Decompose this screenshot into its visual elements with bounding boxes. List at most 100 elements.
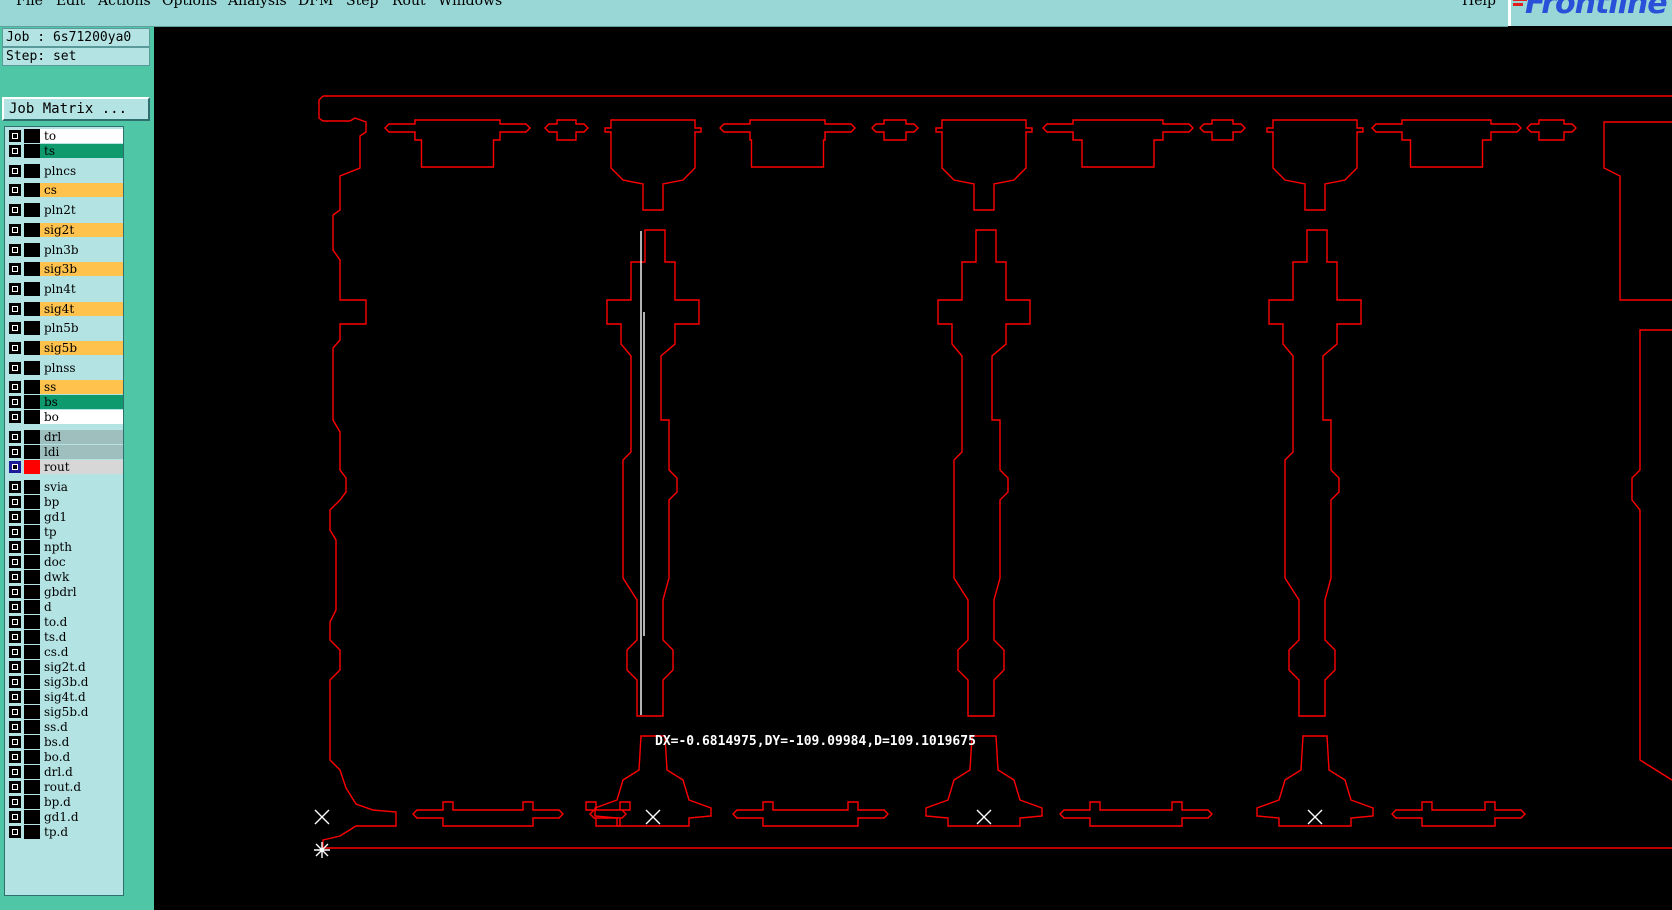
layer-name-label[interactable]: ts.d — [40, 630, 123, 644]
layer-checkbox-icon[interactable] — [9, 204, 21, 216]
layer-color-swatch[interactable] — [24, 302, 40, 316]
layer-checkbox-icon[interactable] — [9, 721, 21, 733]
layer-color-swatch[interactable] — [24, 675, 40, 689]
layer-row-ss[interactable]: ss — [7, 380, 123, 394]
layer-color-swatch[interactable] — [24, 395, 40, 409]
layer-name-label[interactable]: gbdrl — [40, 585, 123, 599]
layer-checkbox-icon[interactable] — [9, 631, 21, 643]
layer-name-label[interactable]: pln2t — [40, 203, 123, 217]
layer-row-pln4t[interactable]: pln4t — [7, 282, 123, 296]
layer-checkbox-icon[interactable] — [9, 646, 21, 658]
layer-row-bo[interactable]: bo — [7, 410, 123, 424]
layer-row-sig4t[interactable]: sig4t — [7, 302, 123, 316]
layer-name-label[interactable]: sig4t.d — [40, 690, 123, 704]
layer-row-npth[interactable]: npth — [7, 540, 123, 554]
menu-edit[interactable]: Edit — [56, 0, 85, 9]
layer-name-label[interactable]: dwk — [40, 570, 123, 584]
layer-checkbox-icon[interactable] — [9, 571, 21, 583]
layer-name-label[interactable]: drl — [40, 430, 123, 444]
layer-row-drl[interactable]: drl — [7, 430, 123, 444]
layer-name-label[interactable]: bs.d — [40, 735, 123, 749]
layer-checkbox-icon[interactable] — [9, 511, 21, 523]
layer-color-swatch[interactable] — [24, 460, 40, 474]
layer-row-ss-d[interactable]: ss.d — [7, 720, 123, 734]
layer-name-label[interactable]: plnss — [40, 361, 123, 375]
menu-actions[interactable]: Actions — [98, 0, 151, 9]
layer-checkbox-icon[interactable] — [9, 811, 21, 823]
layer-row-gbdrl[interactable]: gbdrl — [7, 585, 123, 599]
menu-step[interactable]: Step — [346, 0, 378, 9]
layer-name-label[interactable]: ss.d — [40, 720, 123, 734]
layer-row-sig3b-d[interactable]: sig3b.d — [7, 675, 123, 689]
layer-row-tp-d[interactable]: tp.d — [7, 825, 123, 839]
layer-row-sig5b[interactable]: sig5b — [7, 341, 123, 355]
layer-checkbox-icon[interactable] — [9, 601, 21, 613]
layer-color-swatch[interactable] — [24, 510, 40, 524]
layer-row-doc[interactable]: doc — [7, 555, 123, 569]
layer-checkbox-icon[interactable] — [9, 431, 21, 443]
layer-row-rout-d[interactable]: rout.d — [7, 780, 123, 794]
layer-row-gd1-d[interactable]: gd1.d — [7, 810, 123, 824]
layer-color-swatch[interactable] — [24, 765, 40, 779]
layer-checkbox-icon[interactable] — [9, 616, 21, 628]
layer-color-swatch[interactable] — [24, 690, 40, 704]
layer-checkbox-icon[interactable] — [9, 396, 21, 408]
graphics-canvas[interactable] — [154, 27, 1672, 910]
layer-checkbox-icon[interactable] — [9, 461, 21, 473]
layer-name-label[interactable]: gd1.d — [40, 810, 123, 824]
layer-checkbox-icon[interactable] — [9, 766, 21, 778]
layer-row-sig2t[interactable]: sig2t — [7, 223, 123, 237]
layer-checkbox-icon[interactable] — [9, 736, 21, 748]
layer-checkbox-icon[interactable] — [9, 381, 21, 393]
layer-color-swatch[interactable] — [24, 203, 40, 217]
layer-name-label[interactable]: sig3b — [40, 262, 123, 276]
layer-color-swatch[interactable] — [24, 810, 40, 824]
layer-name-label[interactable]: d — [40, 600, 123, 614]
layer-row-drl-d[interactable]: drl.d — [7, 765, 123, 779]
layer-checkbox-icon[interactable] — [9, 303, 21, 315]
layer-checkbox-icon[interactable] — [9, 541, 21, 553]
layer-name-label[interactable]: rout.d — [40, 780, 123, 794]
layer-name-label[interactable]: pln5b — [40, 321, 123, 335]
layer-color-swatch[interactable] — [24, 750, 40, 764]
layer-color-swatch[interactable] — [24, 341, 40, 355]
layer-name-label[interactable]: ss — [40, 380, 123, 394]
layer-color-swatch[interactable] — [24, 445, 40, 459]
layer-color-swatch[interactable] — [24, 480, 40, 494]
layer-name-label[interactable]: cs.d — [40, 645, 123, 659]
layer-checkbox-icon[interactable] — [9, 796, 21, 808]
layer-row-dwk[interactable]: dwk — [7, 570, 123, 584]
layer-checkbox-icon[interactable] — [9, 342, 21, 354]
layer-row-svia[interactable]: svia — [7, 480, 123, 494]
layer-row-ldi[interactable]: ldi — [7, 445, 123, 459]
layer-checkbox-icon[interactable] — [9, 145, 21, 157]
menu-windows[interactable]: Windows — [438, 0, 502, 9]
layer-checkbox-icon[interactable] — [9, 676, 21, 688]
layer-name-label[interactable]: sig2t — [40, 223, 123, 237]
layer-checkbox-icon[interactable] — [9, 130, 21, 142]
layer-color-swatch[interactable] — [24, 262, 40, 276]
layer-checkbox-icon[interactable] — [9, 661, 21, 673]
layer-name-label[interactable]: pln3b — [40, 243, 123, 257]
layer-color-swatch[interactable] — [24, 361, 40, 375]
layer-row-pln5b[interactable]: pln5b — [7, 321, 123, 335]
layer-checkbox-icon[interactable] — [9, 411, 21, 423]
layer-checkbox-icon[interactable] — [9, 706, 21, 718]
layer-color-swatch[interactable] — [24, 780, 40, 794]
layer-name-label[interactable]: gd1 — [40, 510, 123, 524]
layer-checkbox-icon[interactable] — [9, 224, 21, 236]
menu-dfm[interactable]: DFM — [298, 0, 333, 9]
layer-checkbox-icon[interactable] — [9, 496, 21, 508]
layer-checkbox-icon[interactable] — [9, 586, 21, 598]
layer-checkbox-icon[interactable] — [9, 322, 21, 334]
layer-name-label[interactable]: sig5b — [40, 341, 123, 355]
layer-name-label[interactable]: doc — [40, 555, 123, 569]
layer-checkbox-icon[interactable] — [9, 184, 21, 196]
job-matrix-button[interactable]: Job Matrix ... — [2, 97, 150, 121]
layer-color-swatch[interactable] — [24, 795, 40, 809]
layer-color-swatch[interactable] — [24, 525, 40, 539]
layer-name-label[interactable]: tp — [40, 525, 123, 539]
layer-row-sig3b[interactable]: sig3b — [7, 262, 123, 276]
menu-file[interactable]: File — [16, 0, 43, 9]
layer-row-pln3b[interactable]: pln3b — [7, 243, 123, 257]
